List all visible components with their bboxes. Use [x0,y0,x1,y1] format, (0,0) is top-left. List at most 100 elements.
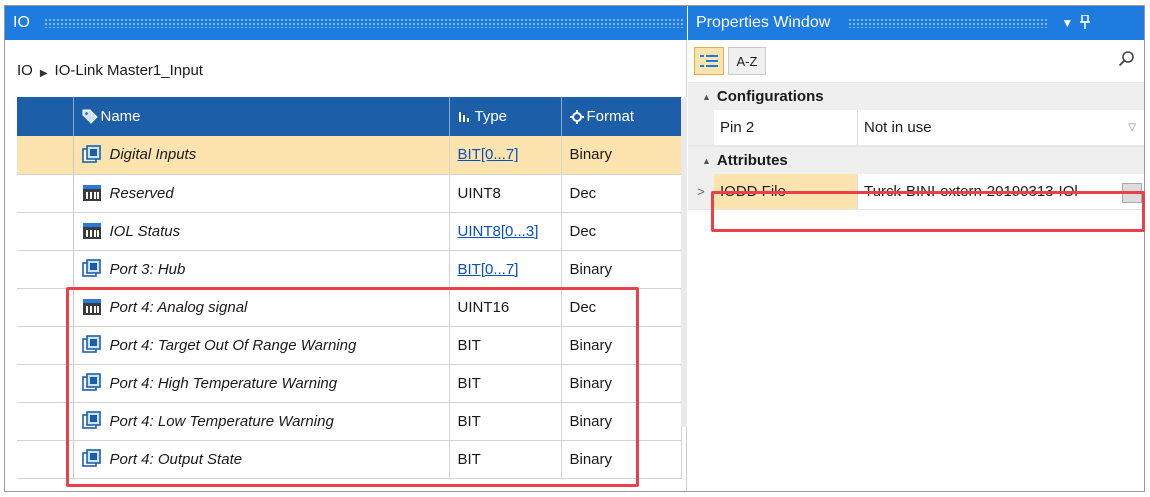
categorized-button[interactable] [694,47,724,75]
name-cell[interactable]: Port 4: Low Temperature Warning [73,402,450,441]
format-cell[interactable]: Binary [561,326,682,365]
type-cell[interactable]: UINT8 [449,174,562,213]
format-cell[interactable]: Binary [561,364,682,403]
format-cell[interactable]: Dec [561,212,682,251]
property-value: Turck-BINI-extern-20190313-IOl [864,183,1078,200]
io-grid: Name Type Format Digital Inputs BIT[0...7… [17,97,682,479]
name-cell[interactable]: Port 4: Analog signal [73,288,450,327]
name-cell[interactable]: Reserved [73,174,450,213]
name-cell[interactable]: IOL Status [73,212,450,251]
properties-title: Properties Window [696,14,831,31]
name-cell[interactable]: Port 3: Hub [73,250,450,289]
row-header-column [17,97,74,136]
properties-titlebar[interactable]: Properties Window ▼ [688,6,1144,40]
row-header-cell[interactable] [17,212,74,251]
bit-io-icon [81,449,102,469]
breadcrumb-root[interactable]: IO [17,62,33,79]
type-column-icon [458,112,469,122]
collapse-icon: ▲ [702,91,711,102]
category-label: Configurations [716,88,824,105]
pin-icon[interactable] [1076,13,1094,32]
iodd-file-value[interactable]: Turck-BINI-extern-20190313-IOl ... [858,174,1144,209]
property-value: Not in use [864,119,932,136]
format-value: Dec [569,298,597,316]
format-value: Binary [569,450,613,468]
type-cell[interactable]: BIT [449,326,562,365]
row-header-cell[interactable] [17,288,74,327]
row-name: Port 4: Analog signal [109,298,248,316]
row-header-cell[interactable] [17,136,74,175]
table-row[interactable]: Reserved UINT8 Dec [17,174,682,213]
property-row-iodd-file[interactable]: > IODD File Turck-BINI-extern-20190313-I… [688,174,1144,210]
row-header-cell[interactable] [17,326,74,365]
type-cell[interactable]: UINT16 [449,288,562,327]
format-cell[interactable]: Binary [561,250,682,289]
breadcrumb-current[interactable]: IO-Link Master1_Input [55,62,203,79]
type-cell[interactable]: BIT[0...7] [449,250,562,289]
ellipsis-button[interactable]: ... [1122,183,1142,203]
row-name: Port 4: Low Temperature Warning [109,412,334,430]
table-row[interactable]: Port 3: Hub BIT[0...7] Binary [17,250,682,289]
window-frame: IO IO ▶ IO-Link Master1_Input Name Type [4,5,1145,492]
numeric-io-icon [82,183,102,203]
row-name: IOL Status [109,222,181,240]
type-link[interactable]: UINT8[0...3] [458,223,539,240]
name-cell[interactable]: Digital Inputs [73,136,450,175]
type-cell[interactable]: BIT [449,440,562,479]
chevron-down-icon[interactable]: ▽ [1128,122,1136,133]
gear-icon [569,110,584,124]
name-cell[interactable]: Port 4: Output State [73,440,450,479]
alphabetical-button[interactable]: A-Z [728,47,766,75]
properties-toolbar: A-Z [688,40,1144,82]
table-row[interactable]: Port 4: High Temperature Warning BIT Binar… [17,364,682,403]
bit-io-icon [81,411,102,431]
type-link[interactable]: BIT[0...7] [458,146,519,163]
column-header-format-label: Format [586,108,635,125]
expand-chevron-icon[interactable]: > [688,174,714,209]
table-row[interactable]: Port 4: Analog signal UINT16 Dec [17,288,682,327]
pin2-dropdown[interactable]: Not in use ▽ [858,110,1144,145]
format-value: Dec [569,184,597,202]
category-configurations[interactable]: ▲ Configurations [688,82,1144,110]
table-row[interactable]: Digital Inputs BIT[0...7] Binary [17,136,682,175]
collapse-icon: ▲ [702,155,711,166]
format-cell[interactable]: Binary [561,440,682,479]
type-link[interactable]: BIT[0...7] [458,261,519,278]
grid-header-row: Name Type Format [17,97,681,136]
column-header-name[interactable]: Name [73,97,450,136]
row-header-cell[interactable] [17,174,74,213]
row-header-cell[interactable] [17,250,74,289]
dropdown-arrow-icon[interactable]: ▼ [1058,16,1076,30]
type-cell[interactable]: UINT8[0...3] [449,212,562,251]
row-header-cell[interactable] [17,364,74,403]
vertical-scrollbar[interactable] [681,97,687,427]
type-cell[interactable]: BIT [449,364,562,403]
type-value: BIT [457,336,481,354]
format-cell[interactable]: Dec [561,288,682,327]
type-value: BIT [457,450,481,468]
property-name: IODD File [714,174,858,209]
table-row[interactable]: Port 4: Target Out Of Range Warning BIT Bi… [17,326,682,365]
category-attributes[interactable]: ▲ Attributes [688,146,1144,174]
table-row[interactable]: Port 4: Output State BIT Binary [17,440,682,479]
table-row[interactable]: IOL Status UINT8[0...3] Dec [17,212,682,251]
format-cell[interactable]: Binary [561,402,682,441]
format-value: Binary [569,412,613,430]
column-header-type[interactable]: Type [449,97,562,136]
property-row-pin2[interactable]: Pin 2 Not in use ▽ [688,110,1144,146]
column-header-format[interactable]: Format [561,97,681,136]
format-cell[interactable]: Binary [561,136,682,175]
type-cell[interactable]: BIT[0...7] [449,136,562,175]
io-panel-titlebar[interactable]: IO [5,6,687,40]
properties-titlebar-grip [848,18,1049,28]
type-cell[interactable]: BIT [449,402,562,441]
search-icon[interactable] [1118,50,1136,72]
format-cell[interactable]: Dec [561,174,682,213]
bit-io-icon [81,144,102,165]
table-row[interactable]: Port 4: Low Temperature Warning BIT Binary [17,402,682,441]
row-name: Port 3: Hub [109,260,186,278]
name-cell[interactable]: Port 4: Target Out Of Range Warning [73,326,450,365]
name-cell[interactable]: Port 4: High Temperature Warning [73,364,450,403]
row-header-cell[interactable] [17,440,74,479]
row-header-cell[interactable] [17,402,74,441]
